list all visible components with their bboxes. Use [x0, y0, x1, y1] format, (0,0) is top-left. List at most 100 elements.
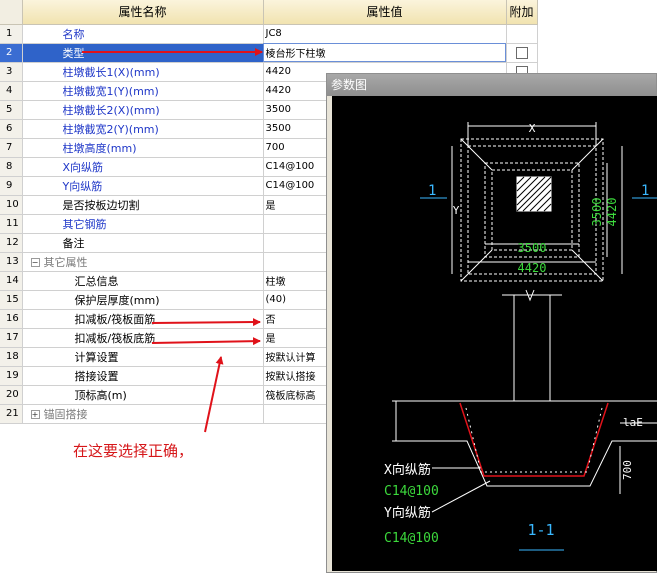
property-name-label: 类型 [62, 46, 85, 60]
property-name-cell[interactable]: 柱墩截宽2(Y)(mm) [22, 119, 264, 139]
property-name-cell[interactable]: 保护层厚度(mm) [22, 290, 264, 310]
rebar-dots-sides [465, 407, 603, 469]
row-number: 18 [0, 347, 23, 367]
x-bar-label: X向纵筋 [384, 462, 431, 478]
extra-cell[interactable] [506, 43, 538, 63]
property-name-label: 扣减板/筏板面筋 [74, 312, 156, 326]
property-name-label: 计算设置 [74, 350, 119, 364]
property-name-cell[interactable]: 柱墩高度(mm) [22, 138, 264, 158]
property-name-label: 顶标高(m) [74, 388, 127, 402]
row-number: 3 [0, 62, 23, 82]
cad-drawing: X Y 3500 4420 3500 4420 1 1 laE 700 X向纵筋… [384, 122, 657, 551]
section-view [392, 289, 657, 551]
rebar-red-outline [459, 402, 609, 477]
property-name-cell[interactable]: 是否按板边切割 [22, 195, 264, 215]
plan-corner-line [460, 138, 493, 171]
property-name-label: 柱墩截宽2(Y)(mm) [62, 122, 159, 136]
row-number: 6 [0, 119, 23, 139]
plan-corner-line [571, 249, 604, 282]
row-number: 2 [0, 43, 23, 63]
property-name-label: 柱墩截长2(X)(mm) [62, 103, 160, 117]
property-value-cell[interactable]: JC8 [263, 24, 507, 44]
header-property-value[interactable]: 属性值 [263, 0, 507, 25]
header-extra[interactable]: 附加 [506, 0, 538, 25]
property-name-label: 搭接设置 [74, 369, 119, 383]
row-number: 17 [0, 328, 23, 348]
row-number: 13 [0, 252, 23, 272]
property-name-label: 柱墩截宽1(Y)(mm) [62, 84, 159, 98]
row-number: 5 [0, 100, 23, 120]
property-name-label: X向纵筋 [62, 160, 104, 174]
plan-corner-line [460, 249, 493, 282]
property-name-label: 名称 [62, 27, 85, 41]
plan-view [420, 122, 657, 282]
parameter-diagram-window[interactable]: 参数图 X Y 3500 4420 3500 4420 1 1 laE 700 … [326, 73, 657, 573]
expand-icon[interactable]: + [30, 410, 40, 419]
property-name-label: 其它属性 [43, 255, 88, 269]
property-name-cell[interactable]: 其它钢筋 [22, 214, 264, 234]
plan-corner-line [571, 138, 604, 171]
section-height-label: 700 [621, 460, 634, 480]
property-name-label: 锚固搭接 [43, 407, 88, 421]
property-name-cell[interactable]: 名称 [22, 24, 264, 44]
property-name-cell[interactable]: 类型 [22, 43, 264, 63]
plan-inner-height: 3500 [590, 198, 604, 227]
row-number: 8 [0, 157, 23, 177]
property-name-label: 保护层厚度(mm) [74, 293, 160, 307]
extra-cell [506, 24, 538, 44]
row-number: 4 [0, 81, 23, 101]
y-bar-leader [431, 480, 491, 513]
y-bar-label: Y向纵筋 [384, 505, 431, 521]
plan-y-label: Y [453, 204, 460, 217]
row-number: 19 [0, 366, 23, 386]
property-name-label: 汇总信息 [74, 274, 119, 288]
property-name-cell[interactable]: 汇总信息 [22, 271, 264, 291]
section-title: 1-1 [527, 521, 554, 539]
parameter-diagram-canvas: X Y 3500 4420 3500 4420 1 1 laE 700 X向纵筋… [332, 96, 657, 571]
row-number: 20 [0, 385, 23, 405]
property-name-label: 扣减板/筏板底筋 [74, 331, 156, 345]
property-name-cell[interactable]: 计算设置 [22, 347, 264, 367]
section-mark-left: 1 [428, 183, 436, 199]
lae-label: laE [623, 416, 643, 429]
grid-header-row: 属性名称 属性值 附加 [0, 0, 538, 25]
section-mark-right: 1 [641, 183, 649, 199]
x-bar-value: C14@100 [384, 484, 439, 499]
parameter-window-title[interactable]: 参数图 [327, 74, 656, 96]
row-number: 15 [0, 290, 23, 310]
property-name-cell[interactable]: 柱墩截长1(X)(mm) [22, 62, 264, 82]
property-name-label: 柱墩高度(mm) [62, 141, 137, 155]
table-row[interactable]: 2 类型 棱台形下柱墩 [0, 43, 538, 63]
row-number: 14 [0, 271, 23, 291]
property-name-label: Y向纵筋 [62, 179, 103, 193]
plan-outer-width: 4420 [518, 261, 547, 275]
row-number: 7 [0, 138, 23, 158]
property-name-cell[interactable]: 柱墩截长2(X)(mm) [22, 100, 264, 120]
property-name-cell[interactable]: − 其它属性 [22, 252, 264, 272]
grid-corner [0, 0, 23, 25]
property-name-cell[interactable]: 顶标高(m) [22, 385, 264, 405]
property-name-cell[interactable]: 扣减板/筏板底筋 [22, 328, 264, 348]
row-number: 12 [0, 233, 23, 253]
header-property-name[interactable]: 属性名称 [22, 0, 264, 25]
row-number: 1 [0, 24, 23, 44]
property-name-cell[interactable]: 搭接设置 [22, 366, 264, 386]
property-name-cell[interactable]: 柱墩截宽1(Y)(mm) [22, 81, 264, 101]
property-name-cell[interactable]: + 锚固搭接 [22, 404, 264, 424]
row-number: 16 [0, 309, 23, 329]
plan-outer-height: 4420 [605, 198, 619, 227]
collapse-icon[interactable]: − [30, 258, 40, 267]
property-value-cell[interactable]: 棱台形下柱墩 [263, 43, 507, 63]
row-number: 11 [0, 214, 23, 234]
y-bar-value: C14@100 [384, 531, 439, 546]
extra-checkbox[interactable] [515, 47, 528, 59]
property-name-cell[interactable]: Y向纵筋 [22, 176, 264, 196]
property-name-label: 备注 [62, 236, 85, 250]
property-name-cell[interactable]: 扣减板/筏板面筋 [22, 309, 264, 329]
row-number: 21 [0, 404, 23, 424]
property-name-cell[interactable]: 备注 [22, 233, 264, 253]
plan-x-label: X [529, 122, 536, 135]
table-row[interactable]: 1 名称 JC8 [0, 24, 538, 44]
annotation-text: 在这要选择正确， [73, 442, 194, 460]
property-name-cell[interactable]: X向纵筋 [22, 157, 264, 177]
